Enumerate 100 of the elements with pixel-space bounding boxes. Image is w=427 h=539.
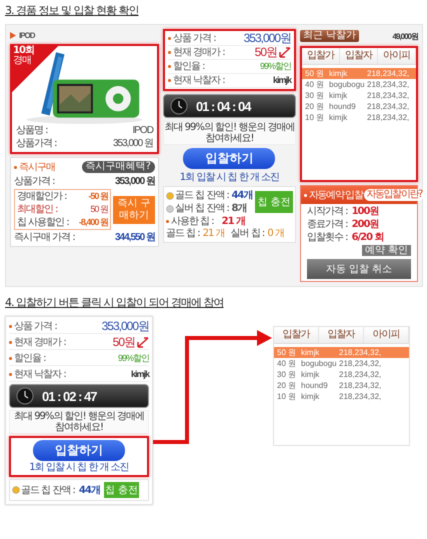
chip-value: 44개	[78, 484, 100, 497]
auto-bid-value: 200원	[352, 219, 378, 231]
info-value: 353,000원	[102, 320, 149, 333]
final-price-label: 즉시구매 가격 :	[14, 231, 75, 244]
auto-bid-label: 시작가격 :	[307, 206, 348, 218]
info-label: 상품 가격 :	[14, 320, 57, 333]
bullet-icon	[9, 341, 12, 344]
chip-value: 8개	[231, 202, 248, 215]
info-value: 99%할인	[118, 352, 149, 365]
breakdown-value: 0 개	[267, 228, 284, 240]
field-value: 353,000 원	[113, 137, 153, 150]
bid-row[interactable]: 20 원 hound9 218,234,32,	[302, 101, 416, 112]
discount-value: 50 원	[90, 203, 108, 216]
chip-value: 44개	[231, 189, 254, 202]
timer-text: 01 : 02 : 47	[42, 388, 96, 404]
bid-note: 1회 입찰 시 칩 한 개 소진	[178, 172, 280, 183]
info-label: 현재 경매가 :	[172, 46, 225, 59]
reservation-button[interactable]: 예약 확인	[362, 245, 411, 256]
field-label: 상품가격 :	[16, 137, 57, 150]
discount-label: 경매할인가 :	[17, 190, 67, 203]
field-label: 상품명 :	[16, 124, 48, 137]
pointer-arrow-icon	[135, 337, 149, 349]
bid-row[interactable]: 40 원 bogubogu 218,234,32,	[302, 79, 416, 90]
auto-bid-help-button[interactable]: 자동입찰이란?	[364, 189, 424, 201]
section-heading: 4. 입찰하기 버튼 클릭 시 입찰이 되어 경매에 참여	[5, 295, 224, 310]
bullet-icon	[166, 220, 169, 223]
badge-count: 10회	[12, 46, 35, 56]
column-header: 입찰자	[319, 327, 364, 343]
badge-label: 경매	[12, 56, 32, 66]
info-label: 현재 낙찰자 :	[172, 74, 225, 87]
bid-row[interactable]: 10 원 kimjk 218,234,32,	[274, 391, 409, 402]
bullet-icon	[10, 32, 16, 38]
chip-label: 골드 칩 잔액 :	[174, 189, 229, 202]
column-header: 입찰자	[340, 48, 378, 64]
chip-label: 실버 칩 잔액 :	[174, 202, 229, 215]
stopwatch-icon	[16, 387, 34, 405]
info-label: 현재 경매가 :	[14, 336, 66, 349]
instant-buy-title: 즉시구매	[19, 161, 55, 174]
info-value: kimjk	[130, 368, 149, 381]
column-header: 입찰가	[302, 48, 340, 64]
info-label: 할인율 :	[14, 352, 46, 365]
timer-text: 01 : 04 : 04	[196, 98, 250, 114]
column-header: 아이피	[364, 327, 409, 343]
bid-button[interactable]: 입찰하기	[33, 440, 125, 461]
product-title: IPOD	[19, 30, 35, 40]
info-label: 할인율 :	[172, 60, 204, 73]
last-price-button[interactable]: 최근 낙찰가	[300, 30, 360, 42]
promo-caption: 최대 99%의 할인! 행운의 경매에 참여하세요!	[9, 410, 149, 434]
bullet-icon	[9, 325, 12, 328]
breakdown-label: 실버 칩 :	[230, 228, 264, 240]
last-price-value: 49,000원	[392, 30, 418, 42]
bid-row[interactable]: 10 원 kimjk 218,234,32,	[302, 112, 416, 123]
bullet-icon	[168, 79, 171, 82]
column-header: 입찰가	[274, 327, 319, 343]
bid-row[interactable]: 30 원 kimjk 218,234,32,	[274, 369, 409, 380]
auto-bid-value: 100원	[352, 206, 378, 218]
bid-row[interactable]: 20 원 hound9 218,234,32,	[274, 380, 409, 391]
used-chips-value: 21 개	[222, 215, 246, 228]
bid-button[interactable]: 입찰하기	[183, 148, 276, 169]
bullet-icon	[168, 65, 171, 68]
stopwatch-icon	[170, 97, 188, 115]
breakdown-label: 골드 칩 :	[166, 228, 200, 240]
auto-bid-label: 입찰횟수 :	[307, 232, 348, 244]
bid-note: 1회 입찰 시 칩 한 개 소진	[28, 462, 130, 473]
field-value: IPOD	[132, 124, 153, 137]
bullet-icon	[168, 51, 171, 54]
info-value: kimjk	[272, 74, 291, 87]
instant-buy-info-button[interactable]: 즉시구매혜택?	[82, 161, 155, 173]
bullet-icon	[9, 357, 12, 360]
promo-caption: 최대 99%의 할인! 행운의 경매에 참여하세요!	[162, 121, 296, 145]
info-value: 99%할인	[260, 60, 291, 73]
auto-bid-label: 종료가격 :	[307, 219, 348, 231]
bullet-icon	[168, 37, 171, 40]
bullet-icon	[9, 373, 12, 376]
used-chips-label: 사용한 칩 :	[170, 215, 214, 228]
bullet-icon	[304, 194, 307, 196]
chip-label: 골드 칩 잔액 :	[21, 484, 75, 497]
info-value: 50원	[254, 46, 277, 59]
auto-bid-title: 자동예약 입찰	[309, 189, 362, 202]
cancel-auto-bid-button[interactable]: 자동 입찰 취소	[307, 259, 411, 279]
pointer-arrow-icon	[277, 47, 291, 59]
discount-label: 최대할인 :	[17, 203, 58, 216]
auto-bid-value: 6/20 회	[352, 232, 384, 244]
price-label: 상품가격 :	[14, 175, 55, 188]
price-value: 353,000 원	[115, 175, 155, 188]
discount-value: -8,400 원	[78, 216, 108, 229]
section-heading: 3. 경품 정보 및 입찰 현황 확인	[5, 3, 138, 18]
bid-row[interactable]: 40 원 bogubogu 218,234,32,	[274, 358, 409, 369]
bid-row[interactable]: 30 원 kimjk 218,234,32,	[302, 90, 416, 101]
info-value: 50원	[112, 336, 135, 349]
info-label: 상품 가격 :	[172, 32, 216, 45]
discount-label: 칩 사용할인 :	[17, 216, 69, 229]
info-label: 현재 낙찰자 :	[14, 368, 66, 381]
discount-value: -50 원	[88, 190, 108, 203]
info-value: 353,000원	[244, 32, 291, 45]
coin-icon	[12, 486, 20, 494]
breakdown-value: 21 개	[202, 228, 225, 240]
final-price-value: 344,550 원	[115, 231, 155, 244]
column-header: 아이피	[378, 48, 416, 64]
bullet-icon	[14, 166, 17, 168]
